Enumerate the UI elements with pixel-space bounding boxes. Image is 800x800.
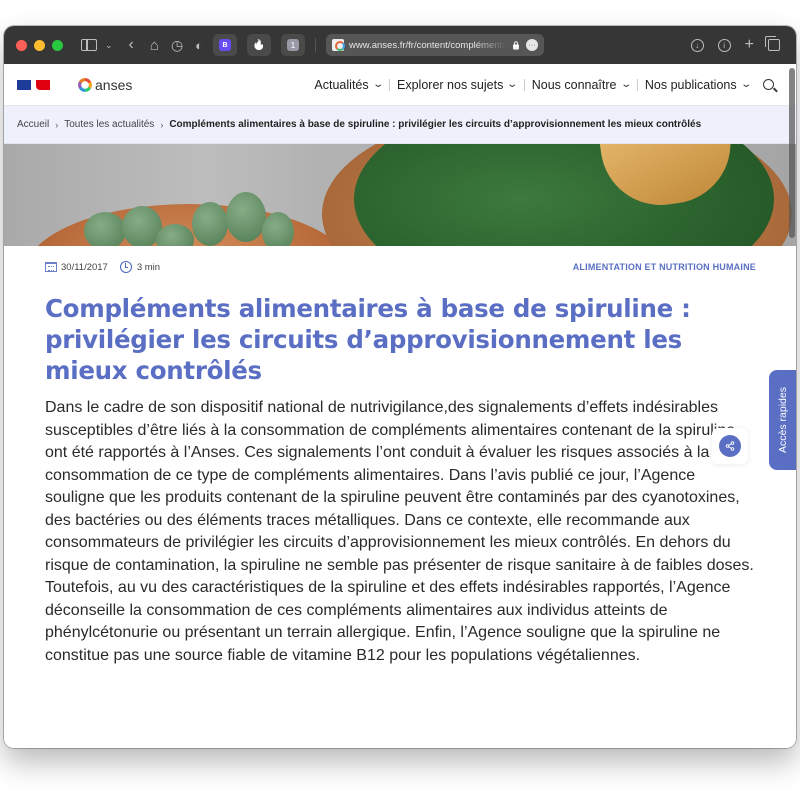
counter-badge-icon: 1 bbox=[287, 39, 300, 51]
new-tab-icon[interactable]: + bbox=[745, 37, 754, 53]
extension-counter-button[interactable]: 1 bbox=[281, 34, 306, 56]
article: 30/11/2017 3 min ALIMENTATION ET NUTRITI… bbox=[4, 246, 796, 667]
home-icon[interactable]: ⌂ bbox=[150, 33, 159, 57]
window-controls bbox=[16, 39, 63, 51]
nav-label: Nos publications bbox=[644, 77, 737, 92]
close-window-button[interactable] bbox=[16, 39, 27, 51]
more-options-icon[interactable]: ··· bbox=[526, 39, 539, 51]
flame-icon: 🔥 bbox=[252, 39, 266, 51]
republique-francaise-logo[interactable] bbox=[17, 79, 50, 90]
scrollbar-thumb[interactable] bbox=[789, 68, 795, 238]
shield-icon[interactable]: ◐ bbox=[195, 33, 203, 57]
flag-red-part bbox=[36, 79, 50, 90]
sidebar-toggle-icon[interactable] bbox=[81, 39, 97, 51]
history-icon[interactable]: ◷ bbox=[171, 33, 183, 57]
nav-item-explorer-nos-sujets[interactable]: Explorer nos sujets ⌄ bbox=[390, 78, 524, 92]
article-meta: 30/11/2017 3 min ALIMENTATION ET NUTRITI… bbox=[45, 246, 756, 288]
share-glyph-icon bbox=[725, 441, 735, 451]
browser-toolbar: ⌄ ‹ ⌂ ◷ ◐ B 🔥 1 www.anses.fr/fr/content/… bbox=[4, 26, 796, 64]
chevron-down-icon: ⌄ bbox=[506, 79, 519, 90]
browser-window: ⌄ ‹ ⌂ ◷ ◐ B 🔥 1 www.anses.fr/fr/content/… bbox=[4, 26, 796, 748]
chevron-down-icon[interactable]: ⌄ bbox=[105, 33, 113, 57]
toolbar-divider bbox=[315, 38, 317, 52]
flag-blue-part bbox=[17, 79, 31, 90]
extension-bitwarden-button[interactable]: B bbox=[213, 34, 238, 56]
breadcrumb-separator-icon: › bbox=[55, 119, 59, 130]
hero-image bbox=[4, 144, 796, 246]
breadcrumb-home-link[interactable]: Accueil bbox=[17, 119, 49, 130]
info-icon[interactable]: i bbox=[717, 38, 731, 52]
article-title: Compléments alimentaires à base de spiru… bbox=[45, 294, 691, 385]
extension-flame-button[interactable]: 🔥 bbox=[247, 34, 272, 56]
address-bar[interactable]: www.anses.fr/fr/content/compléments- 🔒 ·… bbox=[326, 34, 545, 56]
quick-access-label: Accès rapides bbox=[776, 387, 789, 453]
site-header: anses Actualités ⌄ Explorer nos sujets ⌄… bbox=[4, 64, 796, 106]
breadcrumb: Accueil › Toutes les actualités › Complé… bbox=[4, 106, 796, 144]
article-category-link[interactable]: ALIMENTATION ET NUTRITION HUMAINE bbox=[573, 262, 756, 272]
nav-label: Actualités bbox=[314, 77, 369, 92]
main-nav: Actualités ⌄ Explorer nos sujets ⌄ Nous … bbox=[307, 78, 784, 92]
calendar-icon bbox=[45, 262, 57, 272]
article-read-time: 3 min bbox=[136, 261, 161, 273]
site-favicon-icon bbox=[332, 39, 346, 51]
nav-label: Explorer nos sujets bbox=[397, 77, 504, 92]
breadcrumb-current: Compléments alimentaires à base de spiru… bbox=[169, 119, 702, 130]
web-page: anses Actualités ⌄ Explorer nos sujets ⌄… bbox=[4, 64, 796, 748]
nav-item-actualites[interactable]: Actualités ⌄ bbox=[307, 78, 389, 92]
tab-overview-icon[interactable] bbox=[765, 36, 780, 51]
anses-logo[interactable]: anses bbox=[78, 77, 132, 93]
anses-logo-icon bbox=[78, 77, 92, 92]
page-scrollbar[interactable] bbox=[788, 64, 796, 748]
hero-tablet bbox=[226, 192, 266, 242]
downloads-icon[interactable]: ↓ bbox=[690, 38, 704, 52]
nav-item-nous-connaitre[interactable]: Nous connaître ⌄ bbox=[525, 78, 637, 92]
nav-item-nos-publications[interactable]: Nos publications ⌄ bbox=[638, 78, 757, 92]
lock-icon: 🔒 bbox=[511, 40, 522, 50]
url-text[interactable]: www.anses.fr/fr/content/compléments- bbox=[349, 40, 506, 51]
article-date: 30/11/2017 bbox=[61, 261, 108, 273]
breadcrumb-separator-icon: › bbox=[160, 119, 164, 130]
article-body: Dans le cadre de son dispositif national… bbox=[45, 399, 754, 664]
minimize-window-button[interactable] bbox=[34, 39, 45, 51]
share-icon bbox=[719, 435, 741, 457]
search-icon[interactable] bbox=[763, 79, 774, 90]
hero-tablet bbox=[262, 212, 294, 246]
clock-icon bbox=[119, 261, 132, 273]
back-icon[interactable]: ‹ bbox=[129, 33, 134, 57]
hero-tablet bbox=[84, 212, 126, 246]
breadcrumb-news-link[interactable]: Toutes les actualités bbox=[64, 119, 154, 130]
chevron-down-icon: ⌄ bbox=[739, 79, 752, 90]
chevron-down-icon: ⌄ bbox=[619, 79, 632, 90]
toolbar-right-actions: ↓ i + bbox=[690, 36, 780, 53]
logo-text: anses bbox=[95, 76, 133, 93]
nav-label: Nous connaître bbox=[531, 77, 617, 92]
bitwarden-icon: B bbox=[219, 39, 232, 51]
maximize-window-button[interactable] bbox=[52, 39, 63, 51]
share-button[interactable] bbox=[712, 428, 748, 464]
chevron-down-icon: ⌄ bbox=[371, 79, 384, 90]
hero-tablet bbox=[192, 202, 228, 246]
